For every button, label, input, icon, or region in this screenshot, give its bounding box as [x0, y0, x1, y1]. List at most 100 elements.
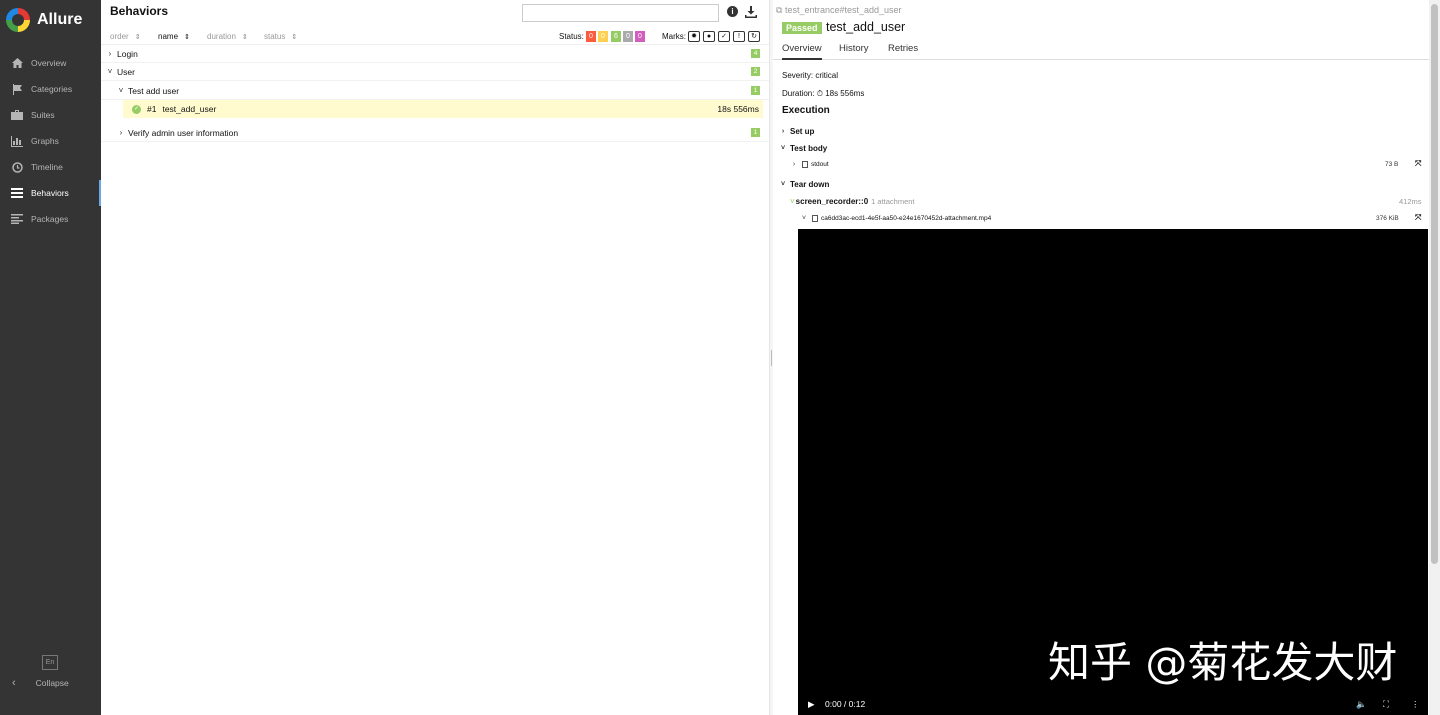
tree-group-login[interactable]: › Login 4: [101, 45, 769, 63]
expand-icon[interactable]: ⤧: [1415, 213, 1421, 223]
sort-name[interactable]: name ⇕: [158, 32, 190, 41]
attachment-name: stdout: [811, 160, 829, 168]
attachment-video[interactable]: ˅ ca6dd3ac-ecd1-4e5f-aa50-e24e1670452d-a…: [801, 212, 1421, 224]
status-failed-toggle[interactable]: 0: [586, 31, 596, 42]
info-icon[interactable]: i: [727, 6, 738, 17]
group-label: Test add user: [128, 85, 180, 96]
new-passed-mark-icon[interactable]: ✓: [718, 31, 730, 42]
detail-tabs: Overview History Retries: [773, 40, 1429, 60]
passed-check-icon: ✓: [132, 104, 141, 114]
more-options-icon[interactable]: ⋮: [1411, 699, 1420, 710]
new-failed-mark-icon[interactable]: ●: [703, 31, 715, 42]
briefcase-icon: [11, 109, 23, 121]
sidebar-item-suites[interactable]: Suites: [0, 102, 101, 128]
volume-icon[interactable]: 🔈: [1356, 699, 1367, 710]
collapse-button[interactable]: ‹ Collapse: [12, 677, 69, 689]
sort-duration[interactable]: duration ⇕: [207, 32, 248, 41]
duration-label: Duration:: [782, 89, 815, 98]
execution-title: Execution: [782, 105, 830, 116]
splitter-grip: [771, 350, 772, 366]
retries-mark-icon[interactable]: ↻: [748, 31, 760, 42]
sort-name-label: name: [158, 32, 179, 41]
chevron-down-icon: ˅: [107, 67, 113, 76]
brand[interactable]: Allure: [6, 8, 82, 32]
sidebar-item-label: Timeline: [31, 162, 63, 172]
sidebar-item-timeline[interactable]: Timeline: [0, 154, 101, 180]
sidebar-item-label: Packages: [31, 214, 69, 224]
attachment-count: 1 attachment: [871, 197, 915, 206]
tab-overview[interactable]: Overview: [782, 43, 822, 60]
step-screen-recorder[interactable]: ˅ screen_recorder::0 1 attachment: [790, 197, 915, 206]
expand-icon[interactable]: ⤧: [1415, 159, 1421, 169]
sidebar-item-label: Suites: [31, 110, 55, 120]
sort-bar: order ⇕ name ⇕ duration ⇕ status ⇕ Status: 0…: [101, 28, 769, 45]
status-badge: Passed: [782, 22, 822, 34]
sidebar-item-label: Graphs: [31, 136, 59, 146]
collapse-label: Collapse: [35, 678, 69, 688]
sort-icon: ⇕: [291, 34, 298, 41]
tab-history[interactable]: History: [839, 43, 869, 54]
sidebar-item-label: Overview: [31, 58, 67, 68]
chevron-left-icon: ‹: [12, 677, 16, 689]
fullscreen-icon[interactable]: ⛶: [1383, 699, 1389, 710]
scrollbar[interactable]: [1429, 0, 1440, 715]
sidebar-item-label: Behaviors: [31, 188, 69, 198]
status-broken-toggle[interactable]: 0: [598, 31, 608, 42]
allure-logo-icon: [6, 8, 30, 32]
sidebar-item-packages[interactable]: Packages: [0, 206, 101, 232]
chevron-down-icon: ˅: [780, 181, 786, 188]
step-tear-down[interactable]: ˅ Tear down: [779, 180, 829, 189]
sidebar-item-categories[interactable]: Categories: [0, 76, 101, 102]
sort-duration-label: duration: [207, 32, 236, 41]
test-number: #1: [147, 104, 157, 114]
group-label: User: [117, 66, 135, 77]
sort-icon: ⇕: [134, 34, 141, 41]
sort-order[interactable]: order ⇕: [110, 32, 141, 41]
sort-icon: ⇕: [241, 34, 248, 41]
align-left-icon: [11, 213, 23, 225]
test-title: test_add_user: [826, 20, 906, 34]
sidebar-item-behaviors[interactable]: Behaviors: [0, 180, 101, 206]
search-input[interactable]: [522, 4, 719, 22]
sidebar-item-overview[interactable]: Overview: [0, 50, 101, 76]
attachment-size: 376 KiB: [1376, 214, 1399, 222]
chevron-down-icon: ˅: [801, 214, 807, 222]
step-setup[interactable]: › Set up: [779, 127, 815, 136]
scrollbar-thumb[interactable]: [1431, 4, 1438, 564]
marks-filter-label: Marks:: [662, 32, 686, 41]
download-icon[interactable]: [745, 6, 757, 18]
flaky-mark-icon[interactable]: ✹: [688, 31, 700, 42]
home-icon: [11, 57, 23, 69]
count-badge: 1: [751, 86, 760, 95]
severity: Severity: critical: [782, 71, 839, 80]
tree-group-user[interactable]: ˅ User 2: [101, 63, 769, 81]
test-case-row[interactable]: ✓ #1 test_add_user 18s 556ms: [123, 100, 763, 118]
recorder-name: screen_recorder::0: [795, 197, 869, 206]
play-icon[interactable]: ▶: [808, 699, 815, 710]
status-skipped-toggle[interactable]: 0: [623, 31, 633, 42]
sidebar-item-graphs[interactable]: Graphs: [0, 128, 101, 154]
step-label: Tear down: [790, 180, 830, 189]
step-test-body[interactable]: ˅ Test body: [779, 144, 827, 153]
video-controls: ▶ 0:00 / 0:12 🔈 ⛶ ⋮: [798, 694, 1428, 714]
chevron-down-icon: ˅: [118, 86, 124, 95]
new-broken-mark-icon[interactable]: !: [733, 31, 745, 42]
video-player[interactable]: 知乎 @菊花发大财 ▶ 0:00 / 0:12 🔈 ⛶ ⋮: [798, 229, 1428, 715]
status-passed-toggle[interactable]: 6: [611, 31, 621, 42]
file-icon: [802, 160, 808, 168]
group-label: Login: [117, 48, 138, 59]
step-label: Test body: [790, 144, 828, 153]
copy-icon[interactable]: ⧉: [776, 5, 782, 15]
sort-status[interactable]: status ⇕: [264, 32, 297, 41]
chevron-right-icon: ›: [792, 160, 796, 168]
status-unknown-toggle[interactable]: 0: [635, 31, 645, 42]
tree-group-test-add-user[interactable]: ˅ Test add user 1: [101, 82, 769, 100]
count-badge: 2: [751, 67, 760, 76]
tree-group-verify-admin[interactable]: › Verify admin user information 1: [101, 124, 769, 142]
attachment-stdout[interactable]: › stdout 73 B ⤧: [791, 158, 1422, 170]
language-switch[interactable]: En: [42, 655, 58, 670]
flag-icon: [11, 83, 23, 95]
watermark: 知乎 @菊花发大财: [1048, 638, 1398, 687]
tab-retries[interactable]: Retries: [888, 43, 918, 54]
clock-icon: ⏱: [816, 89, 823, 98]
